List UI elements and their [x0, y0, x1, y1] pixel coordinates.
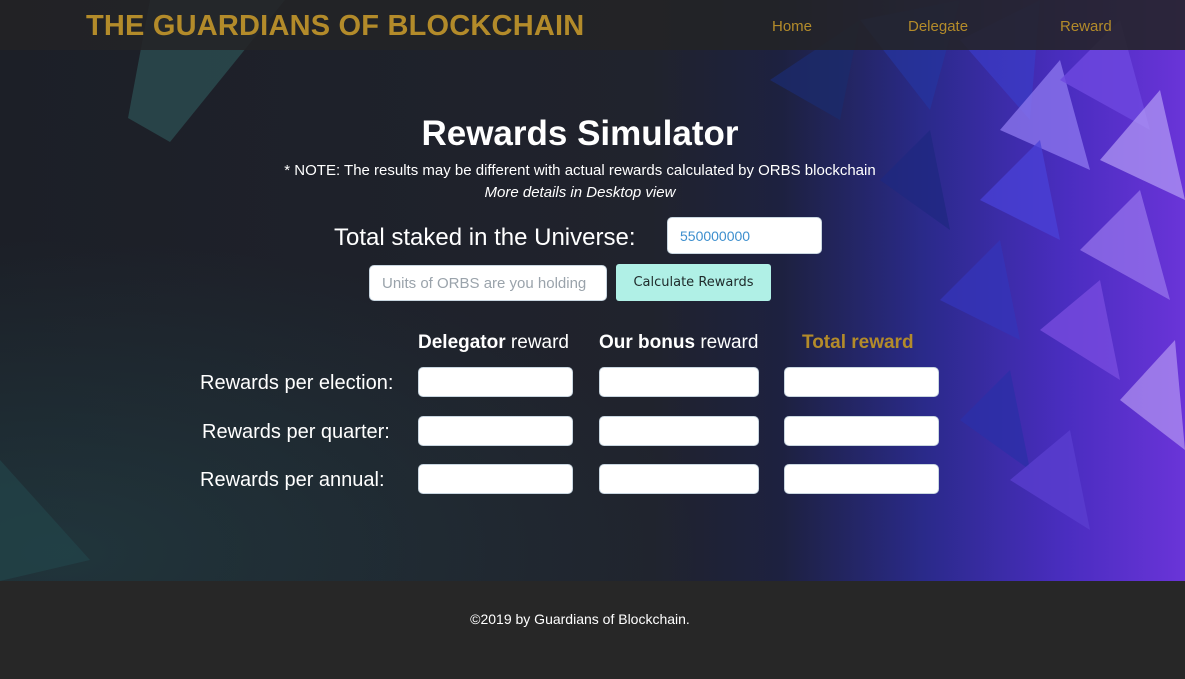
- nav-reward-link[interactable]: Reward: [1060, 18, 1112, 35]
- quarter-delegator-output[interactable]: [418, 416, 573, 446]
- orbs-holding-input[interactable]: [369, 265, 607, 301]
- calculate-rewards-button[interactable]: Calculate Rewards: [616, 264, 771, 301]
- column-head-bonus: Our bonus reward: [599, 332, 758, 354]
- nav-delegate-link[interactable]: Delegate: [908, 18, 968, 35]
- page-title: Rewards Simulator: [421, 114, 739, 153]
- universe-staked-label: Total staked in the Universe:: [334, 224, 636, 251]
- delegator-rest-text: reward: [505, 332, 569, 353]
- row-label-election: Rewards per election:: [200, 372, 394, 394]
- column-head-total: Total reward: [802, 332, 914, 353]
- annual-bonus-output[interactable]: [599, 464, 759, 494]
- delegator-bold-text: Delegator: [418, 332, 506, 353]
- annual-total-output[interactable]: [784, 464, 939, 494]
- election-delegator-output[interactable]: [418, 367, 573, 397]
- copyright-text: ©2019 by Guardians of Blockchain.: [470, 611, 690, 627]
- universe-staked-input[interactable]: [667, 217, 822, 254]
- quarter-bonus-output[interactable]: [599, 416, 759, 446]
- election-bonus-output[interactable]: [599, 367, 759, 397]
- bonus-rest-text: reward: [695, 332, 759, 353]
- disclaimer-note: * NOTE: The results may be different wit…: [284, 162, 876, 179]
- row-label-annual: Rewards per annual:: [200, 469, 385, 491]
- election-total-output[interactable]: [784, 367, 939, 397]
- footer: ©2019 by Guardians of Blockchain.: [0, 581, 1185, 679]
- quarter-total-output[interactable]: [784, 416, 939, 446]
- annual-delegator-output[interactable]: [418, 464, 573, 494]
- desktop-view-note: More details in Desktop view: [484, 184, 676, 201]
- column-head-delegator: Delegator reward: [418, 332, 569, 354]
- site-title[interactable]: THE GUARDIANS OF BLOCKCHAIN: [86, 10, 584, 43]
- top-navbar: THE GUARDIANS OF BLOCKCHAIN Home Delegat…: [0, 0, 1185, 50]
- nav-home-link[interactable]: Home: [772, 18, 812, 35]
- bonus-bold-text: Our bonus: [599, 332, 696, 353]
- row-label-quarter: Rewards per quarter:: [202, 421, 390, 443]
